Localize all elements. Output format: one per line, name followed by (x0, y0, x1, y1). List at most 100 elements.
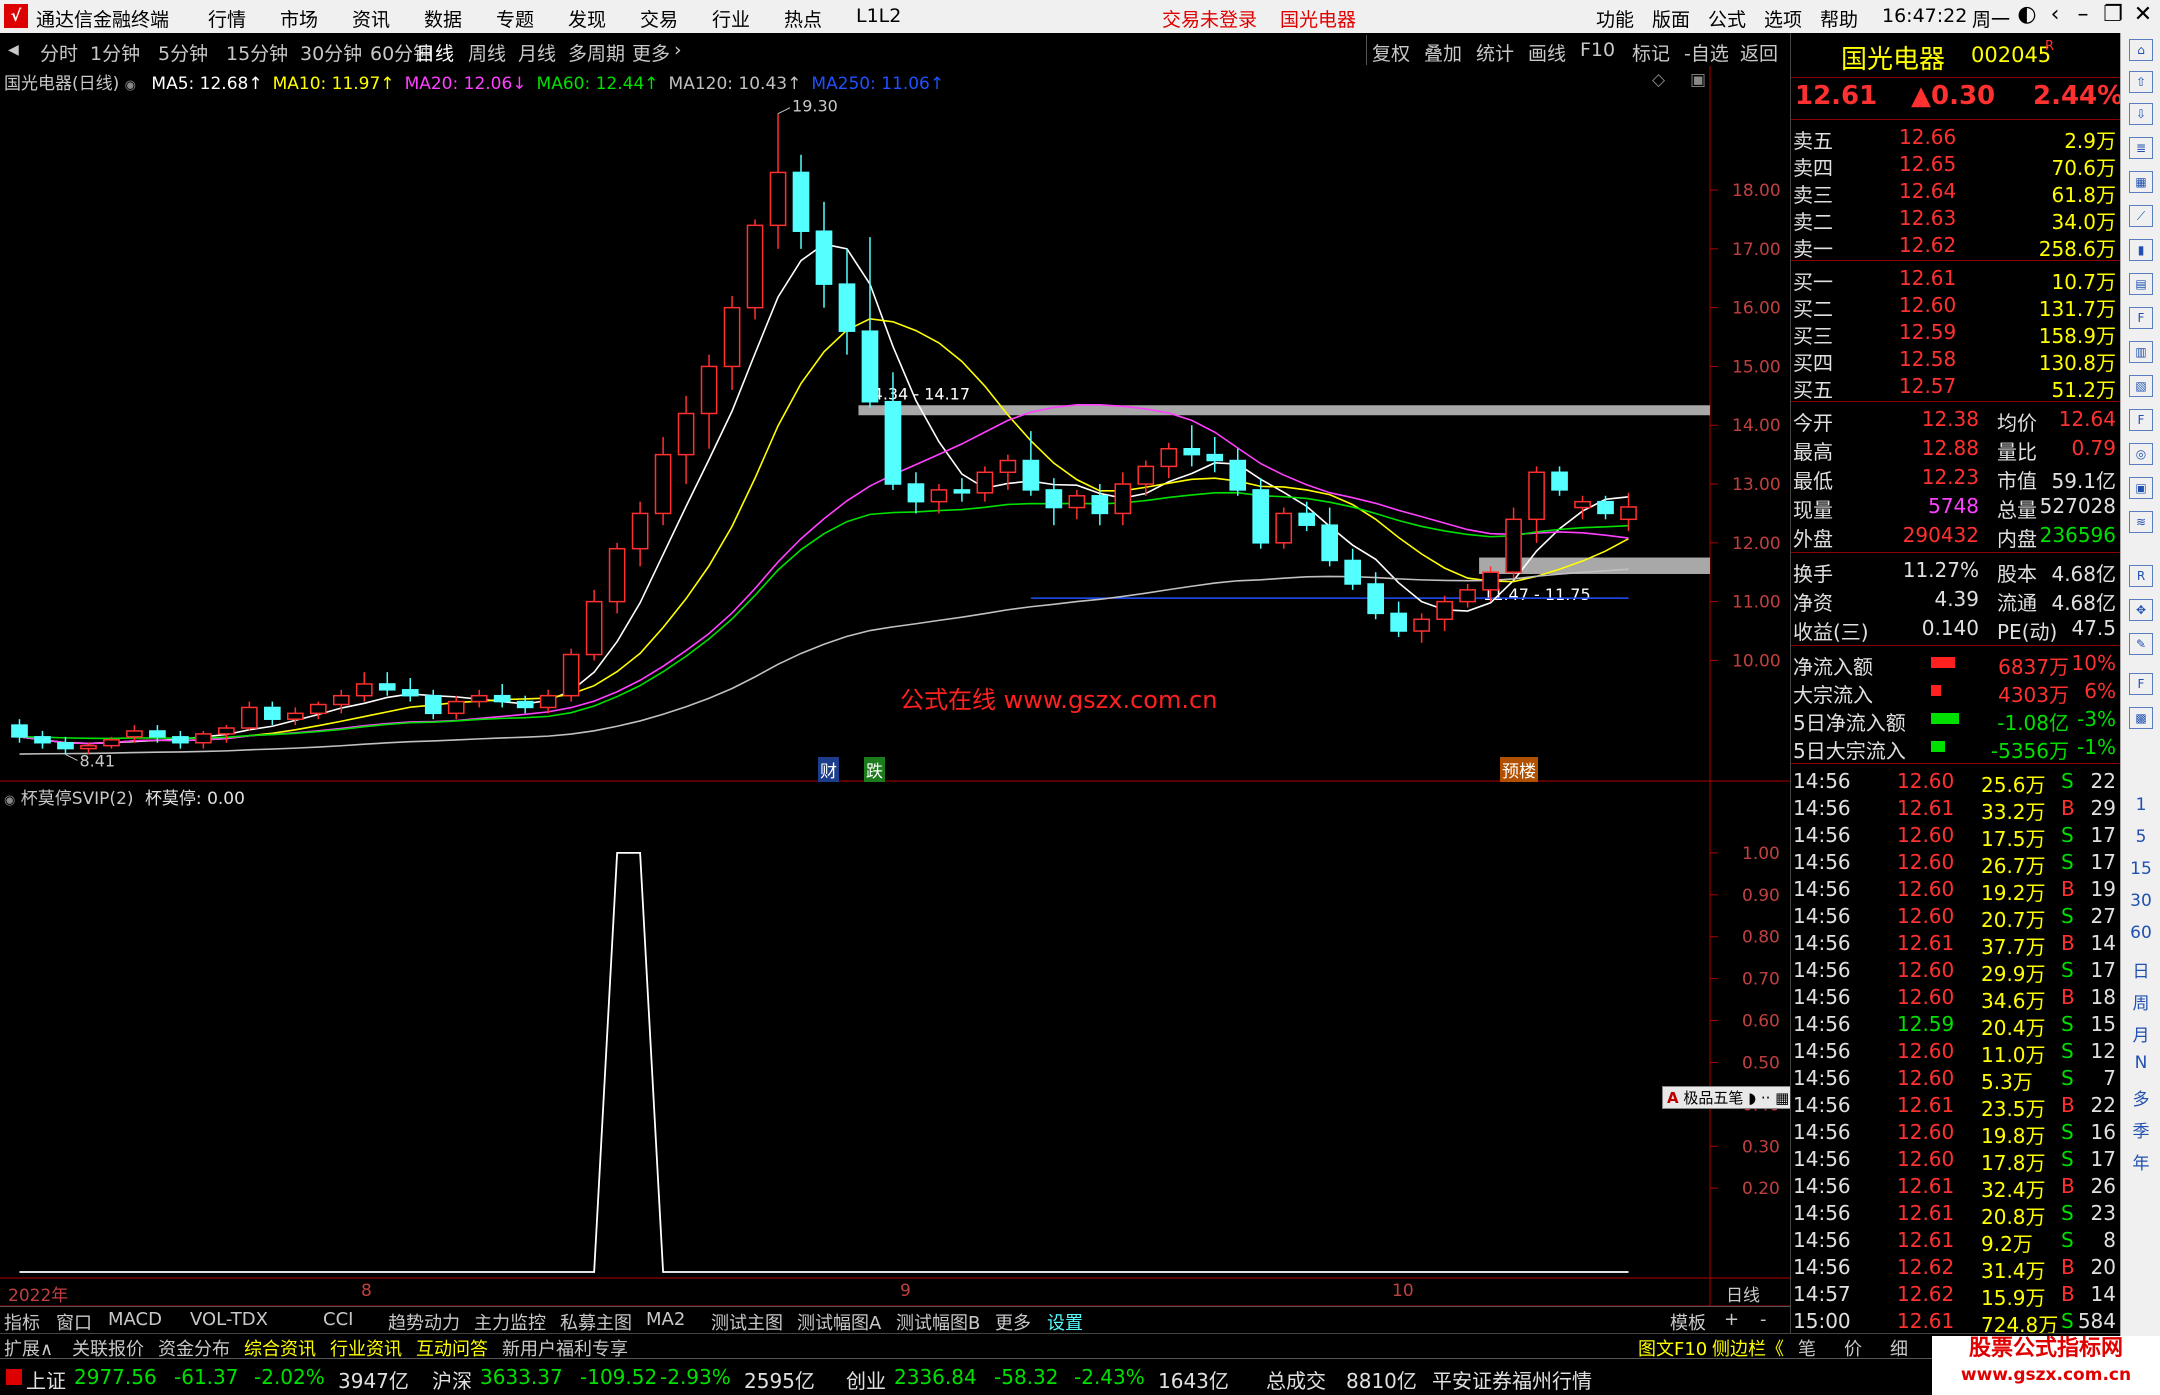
ime-moon-icon[interactable]: ◗ ·· ▦ (1748, 1089, 1789, 1107)
chevron-right-icon[interactable]: › (674, 39, 682, 61)
move-icon[interactable]: ✥ (2129, 599, 2153, 621)
info-icon[interactable]: ▣ (2129, 477, 2153, 499)
template-tab-control[interactable]: - (1760, 1309, 1767, 1330)
event-marker-finance[interactable]: 财 (818, 757, 839, 782)
toolbar-period-5[interactable]: 日 (2121, 957, 2160, 982)
menu-industry[interactable]: 行业 (712, 5, 750, 32)
chart-area[interactable]: 18.00 17.00 16.00 15.00 14.00 13.00 12.00 11.00… (0, 66, 1795, 1307)
menu-formula[interactable]: 公式 (1708, 5, 1746, 32)
period-1min[interactable]: 1分钟 (90, 39, 140, 66)
report-icon[interactable]: ▥ (2129, 341, 2153, 363)
indicator-tab[interactable]: 主力监控 (474, 1309, 546, 1335)
menu-trade[interactable]: 交易 (640, 5, 678, 32)
kline-svg[interactable]: 18.00 17.00 16.00 15.00 14.00 13.00 12.00 11.00… (0, 66, 1790, 1307)
remove-watchlist-button[interactable]: -自选 (1684, 39, 1729, 66)
indicator-tab[interactable]: 私募主图 (560, 1309, 632, 1335)
stats-button[interactable]: 统计 (1476, 39, 1514, 66)
line-chart-icon[interactable]: ⟋ (2129, 205, 2153, 227)
indicator-tab[interactable]: 趋势动力 (388, 1309, 460, 1335)
toolbar-period-4[interactable]: 60 (2121, 923, 2160, 943)
period-5min[interactable]: 5分钟 (158, 39, 208, 66)
menu-function[interactable]: 功能 (1596, 5, 1634, 32)
settings-icon[interactable]: ◉ (125, 78, 136, 93)
ime-toolbar[interactable]: A 极品五笔 ◗ ·· ▦ (1662, 1086, 1795, 1109)
toolbar-period-8[interactable]: N (2121, 1053, 2160, 1073)
period-weekly[interactable]: 周线 (468, 39, 506, 66)
menu-quotes[interactable]: 行情 (208, 5, 246, 32)
template-tab-control[interactable]: 模板 (1670, 1309, 1706, 1335)
period-monthly[interactable]: 月线 (518, 39, 556, 66)
indicator-settings-icon[interactable]: ◉ (4, 793, 15, 808)
indicator-tab[interactable]: 测试幅图B (896, 1309, 980, 1335)
indicator-tab[interactable]: 指标 (4, 1309, 40, 1335)
minimize-icon[interactable]: – (2068, 2, 2098, 27)
menu-hotspot[interactable]: 热点 (784, 5, 822, 32)
toolbar-period-10[interactable]: 季 (2121, 1117, 2160, 1142)
toolbar-period-6[interactable]: 周 (2121, 989, 2160, 1014)
period-more[interactable]: 更多 (632, 39, 670, 66)
toolbar-period-11[interactable]: 年 (2121, 1149, 2160, 1174)
return-button[interactable]: 返回 (1740, 39, 1778, 66)
period-30min[interactable]: 30分钟 (300, 39, 362, 66)
toolbar-period-3[interactable]: 30 (2121, 891, 2160, 911)
flow-icon[interactable]: F (2129, 409, 2153, 431)
menu-l1l2[interactable]: L1L2 (856, 5, 901, 27)
diamond-icon[interactable]: ◇ (1652, 70, 1665, 90)
indicator-tab[interactable]: MACD (108, 1309, 162, 1330)
trade-login-status[interactable]: 交易未登录 (1162, 5, 1257, 32)
up-arrow-icon[interactable]: ⇧ (2129, 71, 2153, 93)
fs-icon[interactable]: F (2129, 673, 2153, 695)
mark-button[interactable]: 标记 (1632, 39, 1670, 66)
indicator-tab[interactable]: 设置 (1047, 1309, 1083, 1335)
indicator-tab[interactable]: 测试主图 (711, 1309, 783, 1335)
draw-line-button[interactable]: 画线 (1528, 39, 1566, 66)
period-daily[interactable]: 日线 (416, 39, 454, 66)
kline-icon[interactable]: ▮ (2129, 239, 2153, 261)
period-15min[interactable]: 15分钟 (226, 39, 288, 66)
pen-icon[interactable]: ✎ (2129, 633, 2153, 655)
restore-icon[interactable]: ❐ (2098, 2, 2128, 27)
rsi-icon[interactable]: R (2129, 565, 2153, 587)
menu-layout[interactable]: 版面 (1652, 5, 1690, 32)
indicator-tab[interactable]: 测试幅图A (797, 1309, 881, 1335)
indicator-tab[interactable]: 窗口 (56, 1309, 92, 1335)
back-icon[interactable]: ‹ (2040, 2, 2070, 27)
maximize-chart-icon[interactable]: ▣ (1690, 70, 1706, 90)
menu-news[interactable]: 资讯 (352, 5, 390, 32)
event-marker-forecast[interactable]: 预楼 (1500, 757, 1538, 782)
toolbar-period-7[interactable]: 月 (2121, 1021, 2160, 1046)
list-icon[interactable]: ≣ (2129, 137, 2153, 159)
grid-icon[interactable]: ▦ (2129, 171, 2153, 193)
restore-rights-button[interactable]: 复权 (1372, 39, 1410, 66)
indicator-tab[interactable]: CCI (323, 1309, 353, 1330)
toolbar-period-2[interactable]: 15 (2121, 859, 2160, 879)
period-intraday[interactable]: 分时 (40, 39, 78, 66)
menu-topics[interactable]: 专题 (496, 5, 534, 32)
stock-icon[interactable]: ≋ (2129, 511, 2153, 533)
circle-icon[interactable]: ◎ (2129, 443, 2153, 465)
period-multi[interactable]: 多周期 (568, 39, 625, 66)
event-marker-drop[interactable]: 跌 (864, 757, 885, 782)
collapse-icon[interactable]: ◀ (8, 42, 19, 58)
f10-icon[interactable]: F (2129, 307, 2153, 329)
template-tab-control[interactable]: + (1724, 1309, 1739, 1330)
toolbar-period-1[interactable]: 5 (2121, 827, 2160, 847)
indicator-tab[interactable]: 更多 (995, 1309, 1031, 1335)
menu-options[interactable]: 选项 (1764, 5, 1802, 32)
chart-box-icon[interactable]: ▧ (2129, 375, 2153, 397)
skin-icon[interactable]: ◐ (2012, 2, 2042, 27)
toolbar-period-9[interactable]: 多 (2121, 1085, 2160, 1110)
menu-market[interactable]: 市场 (280, 5, 318, 32)
menu-discover[interactable]: 发现 (568, 5, 606, 32)
menu-help[interactable]: 帮助 (1820, 5, 1858, 32)
f10-button[interactable]: F10 (1580, 39, 1615, 61)
down-arrow-icon[interactable]: ⇩ (2129, 103, 2153, 125)
menu-data[interactable]: 数据 (424, 5, 462, 32)
overlay-button[interactable]: 叠加 (1424, 39, 1462, 66)
table-icon[interactable]: ▤ (2129, 273, 2153, 295)
close-icon[interactable]: ✕ (2128, 2, 2158, 27)
toolbar-tab-icon[interactable]: ⌂ (2129, 39, 2153, 61)
bars-icon[interactable]: ▩ (2129, 707, 2153, 729)
indicator-tab[interactable]: VOL-TDX (190, 1309, 268, 1330)
indicator-tab[interactable]: MA2 (646, 1309, 685, 1330)
